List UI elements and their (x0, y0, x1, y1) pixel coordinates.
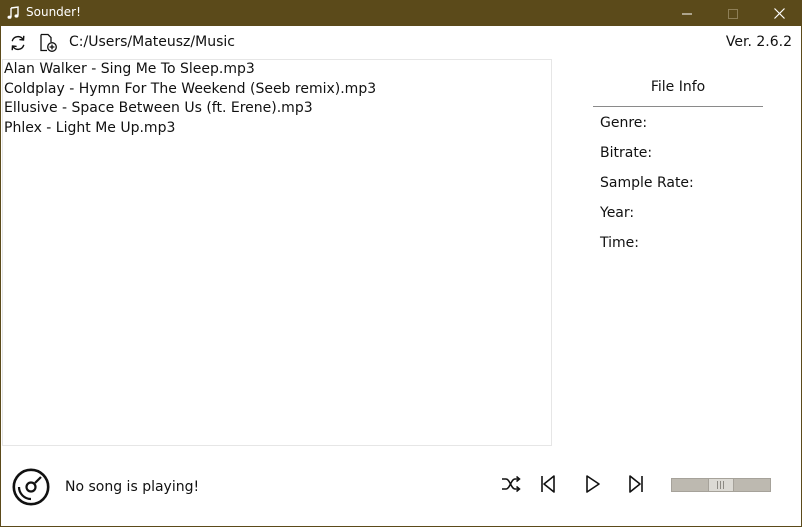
music-folder-path: C:/Users/Mateusz/Music (69, 34, 235, 50)
sample-rate-label: Sample Rate: (600, 175, 694, 191)
song-list[interactable]: Alan Walker - Sing Me To Sleep.mp3 Coldp… (2, 59, 552, 446)
refresh-icon[interactable] (8, 33, 28, 53)
play-icon (581, 473, 603, 499)
previous-button[interactable] (536, 474, 560, 498)
now-playing-status: No song is playing! (65, 479, 200, 495)
next-button[interactable] (624, 474, 648, 498)
close-icon (773, 4, 785, 23)
volume-slider[interactable] (671, 478, 771, 492)
shuffle-button[interactable] (499, 474, 523, 498)
add-folder-icon[interactable] (38, 33, 58, 53)
file-info-divider (593, 106, 763, 107)
maximize-button[interactable] (710, 0, 756, 26)
next-icon (625, 473, 647, 499)
bitrate-label: Bitrate: (600, 145, 653, 161)
song-item[interactable]: Alan Walker - Sing Me To Sleep.mp3 (3, 60, 551, 80)
window-title: Sounder! (26, 5, 81, 19)
volume-fill (672, 479, 708, 491)
maximize-icon (728, 4, 738, 23)
song-item[interactable]: Phlex - Light Me Up.mp3 (3, 119, 551, 139)
version-label: Ver. 2.6.2 (725, 34, 792, 50)
genre-label: Genre: (600, 115, 648, 131)
song-item[interactable]: Coldplay - Hymn For The Weekend (Seeb re… (3, 80, 551, 100)
volume-slider-thumb[interactable] (708, 479, 734, 491)
year-label: Year: (600, 205, 635, 221)
minimize-icon (682, 4, 692, 23)
shuffle-icon (500, 473, 522, 499)
time-label: Time: (600, 235, 639, 251)
close-button[interactable] (756, 0, 802, 26)
song-item[interactable]: Ellusive - Space Between Us (ft. Erene).… (3, 99, 551, 119)
title-bar: Sounder! (0, 0, 802, 26)
disc-icon (12, 468, 50, 506)
previous-icon (537, 473, 559, 499)
minimize-button[interactable] (664, 0, 710, 26)
music-note-icon (6, 5, 20, 19)
file-info-title: File Info (650, 79, 706, 95)
play-button[interactable] (580, 474, 604, 498)
